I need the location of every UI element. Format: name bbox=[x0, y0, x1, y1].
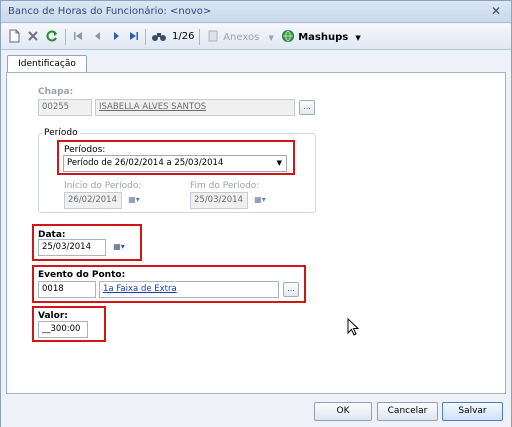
chevron-down-icon: ▼ bbox=[268, 34, 274, 42]
chapa-name-text: ISABELLA ALVES SANTOS bbox=[99, 102, 207, 112]
fim-label: Fim do Período: bbox=[190, 181, 260, 191]
toolbar: 1/26 Anexos ▼ Mashups ▼ bbox=[1, 24, 511, 50]
chapa-lookup-button[interactable]: ... bbox=[299, 100, 315, 115]
form-panel: Chapa: 00255 ISABELLA ALVES SANTOS ... P… bbox=[6, 72, 506, 394]
inicio-date-field[interactable]: 26/02/2014 bbox=[64, 192, 122, 209]
toolbar-separator bbox=[145, 29, 146, 45]
delete-x-icon[interactable] bbox=[26, 29, 40, 45]
close-icon[interactable]: ✕ bbox=[489, 4, 503, 18]
record-position: 1/26 bbox=[172, 31, 195, 42]
periodo-group-title: Período bbox=[42, 128, 80, 138]
globe-icon bbox=[282, 30, 294, 42]
next-record-icon[interactable] bbox=[109, 29, 123, 45]
chapa-name-field[interactable]: ISABELLA ALVES SANTOS bbox=[95, 99, 295, 116]
cancel-button[interactable]: Cancelar bbox=[377, 402, 438, 421]
calendar-icon[interactable]: ▦▾ bbox=[123, 192, 145, 209]
highlight-evento bbox=[32, 265, 306, 303]
highlight-valor bbox=[32, 306, 106, 342]
footer-bar: OK Cancelar Salvar bbox=[1, 397, 511, 427]
first-record-icon[interactable] bbox=[71, 29, 85, 45]
previous-record-icon[interactable] bbox=[91, 29, 105, 45]
ok-button[interactable]: OK bbox=[314, 402, 372, 421]
mashups-label: Mashups bbox=[298, 32, 349, 43]
calendar-icon[interactable]: ▦▾ bbox=[249, 192, 271, 209]
tab-identificacao[interactable]: Identificação bbox=[7, 55, 87, 73]
highlight-data bbox=[32, 224, 142, 261]
save-button[interactable]: Salvar bbox=[442, 402, 503, 421]
mashups-button[interactable]: Mashups ▼ bbox=[281, 29, 361, 45]
window-title: Banco de Horas do Funcionário: <novo> bbox=[8, 6, 212, 17]
new-document-icon[interactable] bbox=[7, 29, 21, 45]
mouse-cursor-icon bbox=[347, 318, 359, 336]
chapa-code-field[interactable]: 00255 bbox=[38, 99, 92, 116]
fim-date-field[interactable]: 25/03/2014 bbox=[190, 192, 248, 209]
binoculars-icon[interactable] bbox=[151, 29, 167, 45]
attachments-button[interactable]: Anexos ▼ bbox=[206, 29, 274, 45]
attachments-label: Anexos bbox=[223, 32, 260, 43]
inicio-label: Início do Período: bbox=[64, 181, 142, 191]
toolbar-separator bbox=[199, 29, 200, 45]
dialog-window: Banco de Horas do Funcionário: <novo> ✕ bbox=[0, 0, 512, 427]
attachment-icon bbox=[208, 30, 218, 42]
last-record-icon[interactable] bbox=[127, 29, 141, 45]
highlight-periodos bbox=[57, 140, 295, 175]
chapa-label: Chapa: bbox=[38, 87, 74, 97]
chevron-down-icon: ▼ bbox=[355, 34, 361, 42]
tab-bar: Identificação bbox=[1, 51, 511, 73]
toolbar-separator bbox=[65, 29, 66, 45]
refresh-icon[interactable] bbox=[45, 29, 59, 45]
title-bar: Banco de Horas do Funcionário: <novo> ✕ bbox=[1, 1, 511, 23]
